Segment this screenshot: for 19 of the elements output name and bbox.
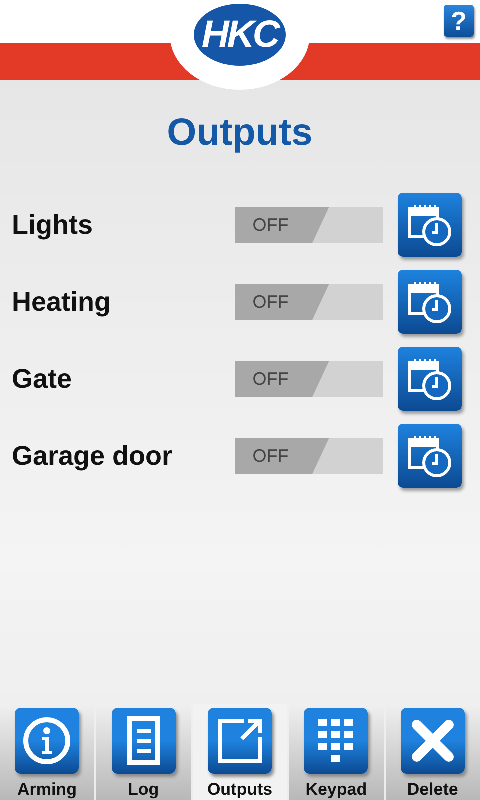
toggle-switch[interactable]: OFF	[235, 438, 383, 474]
schedule-button[interactable]	[398, 347, 462, 411]
calendar-clock-icon	[407, 356, 453, 402]
output-label: Gate	[12, 364, 74, 394]
toggle-switch[interactable]: OFF	[235, 207, 383, 243]
info-icon	[21, 715, 74, 767]
page-title: Outputs	[167, 112, 313, 155]
calendar-clock-icon	[407, 202, 453, 248]
schedule-button[interactable]	[398, 193, 462, 257]
calendar-clock-icon	[407, 279, 453, 325]
output-label: Garage door	[12, 440, 174, 472]
calendar-clock-icon	[407, 433, 453, 479]
toggle-switch[interactable]: OFF	[235, 361, 383, 397]
help-button[interactable]: ?	[444, 5, 474, 37]
schedule-button[interactable]	[398, 270, 462, 334]
output-label: Heating	[12, 286, 112, 318]
schedule-button[interactable]	[398, 424, 462, 488]
output-label: Lights	[12, 210, 94, 240]
toggle-switch[interactable]: OFF	[235, 284, 383, 320]
